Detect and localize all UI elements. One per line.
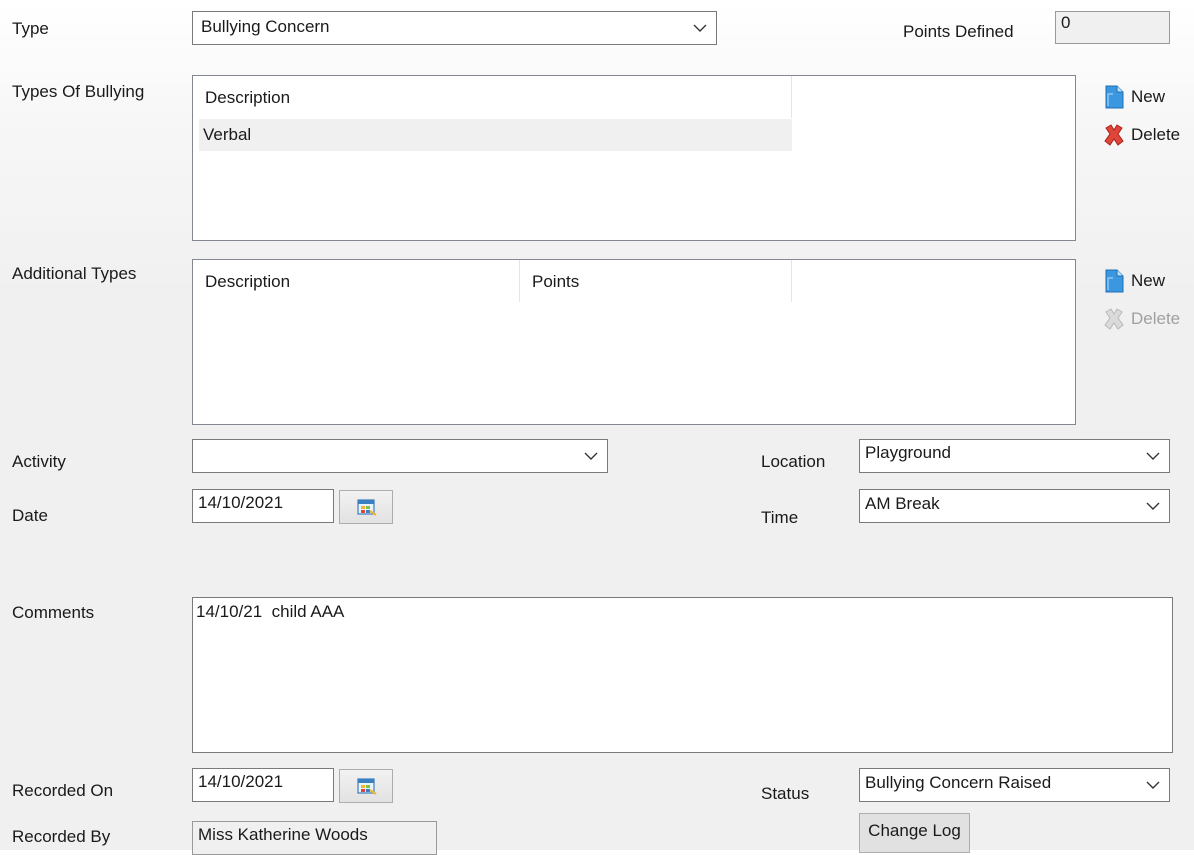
recorded-on-field[interactable]: 14/10/2021 [192,768,334,802]
recorded-on-label: Recorded On [12,781,114,800]
types-of-bullying-list[interactable]: Description Verbal [192,75,1076,241]
type-dropdown-value: Bullying Concern [201,17,330,36]
delete-x-icon [1104,124,1124,146]
date-field[interactable]: 14/10/2021 [192,489,334,523]
type-dropdown[interactable]: Bullying Concern [192,11,717,45]
points-defined-field: 0 [1055,11,1170,44]
date-calendar-button[interactable] [339,490,393,524]
location-dropdown-value: Playground [865,443,952,462]
activity-label: Activity [12,452,66,471]
chevron-down-icon [1146,452,1160,460]
recorded-on-calendar-button[interactable] [339,769,393,803]
status-label: Status [761,784,810,803]
comments-textarea[interactable]: 14/10/21 child AAA [192,597,1173,753]
chevron-down-icon [584,452,598,460]
delete-x-icon [1104,308,1124,330]
new-button-label: New [1131,271,1166,290]
delete-button-label: Delete [1131,125,1181,144]
calendar-icon [357,778,377,795]
calendar-icon [357,499,377,516]
types-of-bullying-delete-button[interactable]: Delete [1103,122,1193,148]
types-of-bullying-list-header: Description [193,76,1075,118]
date-label: Date [12,506,48,525]
chevron-down-icon [1146,781,1160,789]
activity-dropdown[interactable] [192,439,608,473]
chevron-down-icon [693,24,707,32]
new-button-label: New [1131,87,1166,106]
location-label: Location [761,452,826,471]
time-label: Time [761,508,799,527]
column-header-description[interactable]: Description [193,76,792,118]
additional-types-label: Additional Types [12,264,137,283]
type-label: Type [12,19,49,38]
points-defined-label: Points Defined [903,22,1014,41]
location-dropdown[interactable]: Playground [859,439,1170,473]
types-of-bullying-label: Types Of Bullying [12,82,145,101]
delete-button-label: Delete [1131,309,1181,328]
comments-label: Comments [12,603,95,622]
additional-types-new-button[interactable]: New [1103,268,1183,294]
column-header-description[interactable]: Description [193,260,520,302]
status-dropdown-value: Bullying Concern Raised [865,773,1052,792]
additional-types-list[interactable]: Description Points [192,259,1076,425]
column-header-points[interactable]: Points [520,260,792,302]
additional-types-delete-button: Delete [1103,306,1193,332]
time-dropdown[interactable]: AM Break [859,489,1170,523]
status-dropdown[interactable]: Bullying Concern Raised [859,768,1170,802]
new-document-icon [1105,85,1124,109]
change-log-button[interactable]: Change Log [859,813,970,853]
chevron-down-icon [1146,502,1160,510]
time-dropdown-value: AM Break [865,494,940,513]
list-item[interactable]: Verbal [199,119,792,151]
additional-types-list-header: Description Points [193,260,1075,302]
types-of-bullying-new-button[interactable]: New [1103,84,1183,110]
recorded-by-label: Recorded By [12,827,111,846]
new-document-icon [1105,269,1124,293]
